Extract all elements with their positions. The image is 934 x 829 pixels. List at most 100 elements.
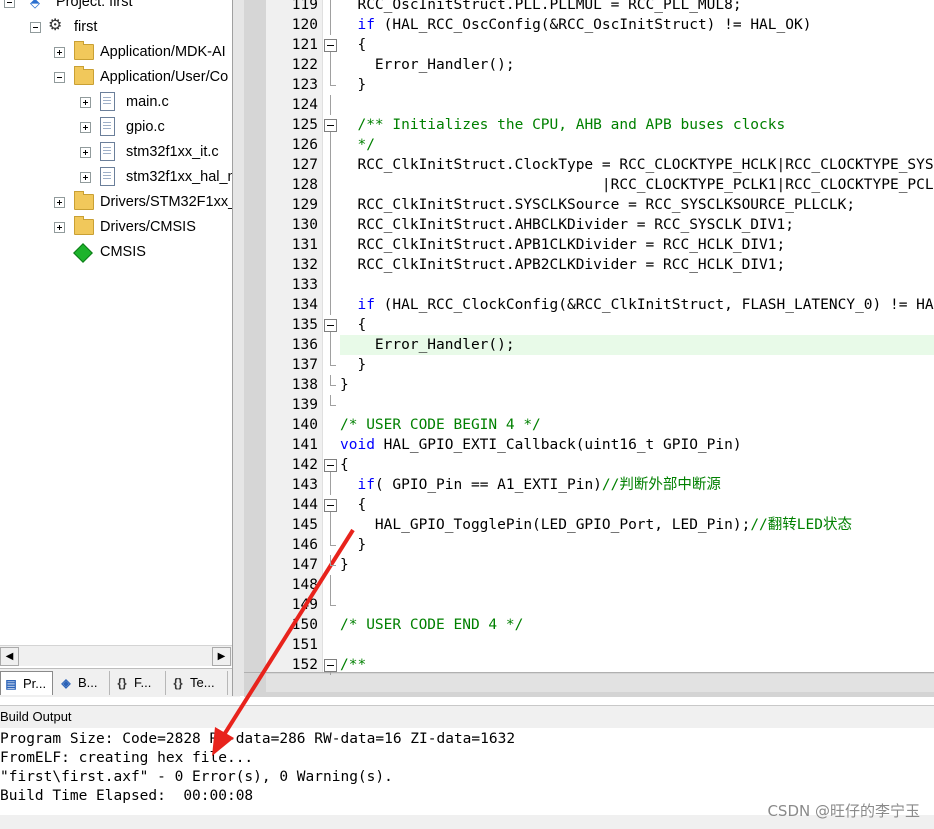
tree-item[interactable]: Application/MDK-AI bbox=[0, 40, 232, 65]
fold-end-tick bbox=[330, 365, 336, 366]
tree-item[interactable]: gpio.c bbox=[0, 115, 232, 140]
folder-icon bbox=[74, 66, 94, 85]
fold-toggle-icon[interactable] bbox=[324, 459, 337, 472]
scroll-left-button[interactable]: ◀ bbox=[0, 647, 19, 666]
tree-expander-icon[interactable] bbox=[80, 97, 91, 108]
line-number: 150 bbox=[291, 617, 318, 633]
tree-item[interactable]: main.c bbox=[0, 90, 232, 115]
tree-item[interactable]: CMSIS bbox=[0, 240, 232, 265]
line-number: 134 bbox=[291, 297, 318, 313]
code-line[interactable]: } bbox=[340, 555, 349, 575]
code-line[interactable]: Error_Handler(); bbox=[340, 55, 515, 75]
code-line[interactable]: } bbox=[340, 375, 349, 395]
code-line[interactable]: { bbox=[340, 495, 366, 515]
tree-expander-icon[interactable] bbox=[4, 0, 15, 8]
tab-f[interactable]: {} F... bbox=[112, 671, 166, 695]
fold-guide bbox=[330, 515, 331, 535]
line-number: 123 bbox=[291, 77, 318, 93]
code-line[interactable]: /* USER CODE BEGIN 4 */ bbox=[340, 415, 541, 435]
tree-expander-icon[interactable] bbox=[80, 147, 91, 158]
fold-toggle-icon[interactable] bbox=[324, 119, 337, 132]
tree-item[interactable]: stm32f1xx_it.c bbox=[0, 140, 232, 165]
fold-guide bbox=[330, 295, 331, 315]
code-line[interactable]: RCC_ClkInitStruct.AHBCLKDivider = RCC_SY… bbox=[340, 215, 794, 235]
fold-end-tick bbox=[330, 385, 336, 386]
tree-item[interactable]: stm32f1xx_hal_m bbox=[0, 165, 232, 190]
tab-pr[interactable]: ▤ Pr... bbox=[0, 671, 53, 695]
tree-expander-icon[interactable] bbox=[80, 172, 91, 183]
tree-expander-icon[interactable] bbox=[80, 122, 91, 133]
code-line[interactable]: /* USER CODE END 4 */ bbox=[340, 615, 523, 635]
code-line[interactable]: RCC_ClkInitStruct.APB1CLKDivider = RCC_H… bbox=[340, 235, 785, 255]
fold-guide bbox=[330, 375, 331, 385]
tree-expander-icon[interactable] bbox=[30, 22, 41, 33]
file-icon bbox=[100, 92, 115, 111]
code-line[interactable]: Error_Handler(); bbox=[340, 335, 515, 355]
tab-b[interactable]: ◈ B... bbox=[56, 671, 110, 695]
code-line[interactable]: { bbox=[340, 35, 366, 55]
code-line[interactable]: } bbox=[340, 355, 366, 375]
fold-toggle-icon[interactable] bbox=[324, 499, 337, 512]
scroll-right-button[interactable]: ▶ bbox=[212, 647, 231, 666]
watermark: CSDN @旺仔的李宁玉 bbox=[767, 802, 920, 820]
line-number: 151 bbox=[291, 637, 318, 653]
fold-end-tick bbox=[330, 605, 336, 606]
code-text: RCC_ClkInitStruct.AHBCLKDivider = RCC_SY… bbox=[340, 217, 794, 233]
comment: /* USER CODE END 4 */ bbox=[340, 617, 524, 633]
tree-expander-icon[interactable] bbox=[54, 222, 65, 233]
fold-guide bbox=[330, 55, 331, 75]
fold-guide bbox=[330, 75, 331, 85]
line-number: 148 bbox=[291, 577, 318, 593]
fold-end-tick bbox=[330, 545, 336, 546]
tree-expander-icon[interactable] bbox=[54, 47, 65, 58]
code-line[interactable]: |RCC_CLOCKTYPE_PCLK1|RCC_CLOCKTYPE_PCLK2… bbox=[340, 175, 934, 195]
comment: //判断外部中断源 bbox=[601, 477, 721, 493]
code-line[interactable]: RCC_ClkInitStruct.SYSCLKSource = RCC_SYS… bbox=[340, 195, 855, 215]
tree-item[interactable]: Drivers/STM32F1xx_ bbox=[0, 190, 232, 215]
code-text: RCC_ClkInitStruct.ClockType = RCC_CLOCKT… bbox=[340, 157, 934, 173]
code-line[interactable]: { bbox=[340, 315, 366, 335]
tree-item[interactable]: Application/User/Co bbox=[0, 65, 232, 90]
line-number: 136 bbox=[291, 337, 318, 353]
fold-toggle-icon[interactable] bbox=[324, 39, 337, 52]
fold-toggle-icon[interactable] bbox=[324, 659, 337, 672]
code-line[interactable]: HAL_GPIO_TogglePin(LED_GPIO_Port, LED_Pi… bbox=[340, 515, 852, 535]
code-line[interactable]: if (HAL_RCC_OscConfig(&RCC_OscInitStruct… bbox=[340, 15, 811, 35]
fold-end-tick bbox=[330, 85, 336, 86]
tree-item[interactable]: Drivers/CMSIS bbox=[0, 215, 232, 240]
code-text: RCC_ClkInitStruct.APB2CLKDivider = RCC_H… bbox=[340, 257, 786, 273]
code-line[interactable]: RCC_ClkInitStruct.ClockType = RCC_CLOCKT… bbox=[340, 155, 934, 175]
code-line[interactable]: */ bbox=[340, 135, 374, 155]
code-line[interactable]: void HAL_GPIO_EXTI_Callback(uint16_t GPI… bbox=[340, 435, 742, 455]
code-line[interactable]: /** Initializes the CPU, AHB and APB bus… bbox=[340, 115, 785, 135]
fold-guide bbox=[330, 575, 331, 595]
line-number: 119 bbox=[291, 0, 318, 13]
code-text: { bbox=[340, 457, 349, 473]
tree-item[interactable]: ⬘ Project: first bbox=[0, 0, 232, 15]
code-line[interactable]: RCC_OscInitStruct.PLL.PLLMUL = RCC_PLL_M… bbox=[340, 0, 741, 15]
code-line[interactable]: /** bbox=[340, 655, 366, 672]
tree-expander-icon[interactable] bbox=[54, 197, 65, 208]
fold-guide bbox=[330, 595, 331, 605]
tab-te[interactable]: {} Te... bbox=[168, 671, 228, 695]
code-text: } bbox=[340, 537, 367, 553]
code-text: { bbox=[340, 37, 367, 53]
code-editor[interactable]: RCC_OscInitStruct.PLL.PLLMUL = RCC_PLL_M… bbox=[323, 0, 934, 672]
tree-item-label: Drivers/STM32F1xx_ bbox=[100, 194, 232, 210]
code-line[interactable]: if (HAL_RCC_ClockConfig(&RCC_ClkInitStru… bbox=[340, 295, 934, 315]
folder-icon bbox=[74, 41, 94, 60]
code-text: Error_Handler(); bbox=[340, 57, 515, 73]
tree-expander-icon[interactable] bbox=[54, 72, 65, 83]
tree-item[interactable]: ⚙ first bbox=[0, 15, 232, 40]
code-line[interactable]: RCC_ClkInitStruct.APB2CLKDivider = RCC_H… bbox=[340, 255, 785, 275]
line-number: 141 bbox=[291, 437, 318, 453]
editor-horizontal-scrollbar[interactable] bbox=[266, 674, 934, 692]
code-line[interactable]: if( GPIO_Pin == A1_EXTI_Pin)//判断外部中断源 bbox=[340, 475, 721, 495]
code-line[interactable]: { bbox=[340, 455, 349, 475]
project-horizontal-scrollbar[interactable]: ◀ ▶ bbox=[0, 645, 232, 666]
code-line[interactable]: } bbox=[340, 75, 366, 95]
code-line[interactable]: } bbox=[340, 535, 366, 555]
fold-toggle-icon[interactable] bbox=[324, 319, 337, 332]
